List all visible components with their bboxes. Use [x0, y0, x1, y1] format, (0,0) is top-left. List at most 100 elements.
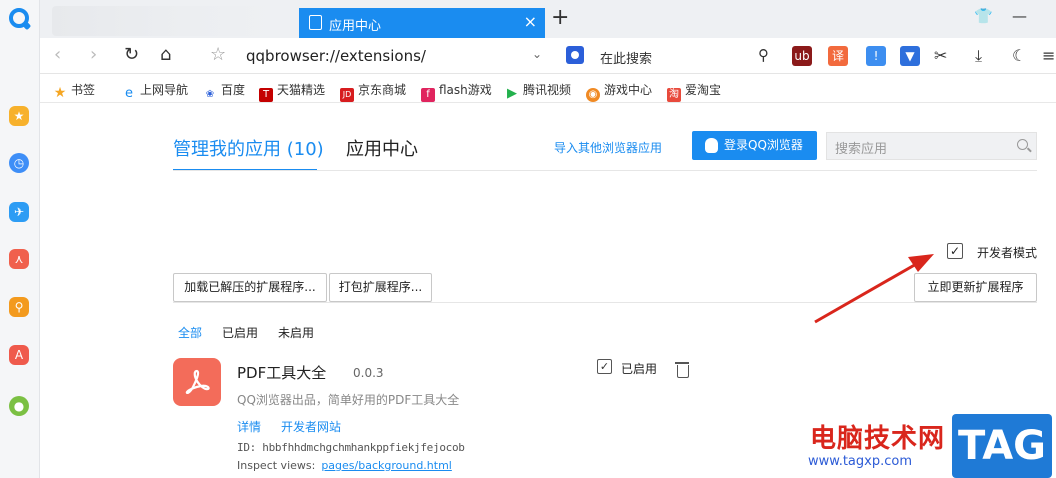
extension-details-link[interactable]: 详情 [237, 418, 261, 435]
tab-manage-my-apps[interactable]: 管理我的应用 (10) [173, 135, 324, 161]
bookmark-label: 书签 [71, 83, 96, 97]
developer-mode-checkbox[interactable]: ✓ [947, 243, 963, 259]
browser-window: ★ ◷ ✈ ⋏ ⚲ A ● 应用中心 × + 👕 — ‹ › ↻ ⌂ ☆ qqb… [0, 0, 1056, 478]
paw-icon: ❀ [205, 89, 215, 100]
scissors-icon[interactable]: ✂ [934, 46, 947, 65]
developer-website-link[interactable]: 开发者网站 [281, 418, 341, 435]
translate-tool-icon[interactable]: A [9, 345, 29, 365]
qq-penguin-icon [705, 138, 718, 153]
filter-all[interactable]: 全部 [178, 324, 202, 341]
extension-name: PDF工具大全 [237, 364, 327, 382]
extension-enabled-label: 已启用 [621, 362, 658, 376]
baidu-search-engine-icon[interactable] [566, 46, 584, 64]
update-extensions-button[interactable]: 立即更新扩展程序 [914, 273, 1037, 302]
developer-mode-label: 开发者模式 [977, 246, 1038, 260]
bookmark-label: 天猫精选 [277, 83, 326, 97]
bookmark-item[interactable]: T 天猫精选 [259, 81, 325, 102]
new-tab-plus-icon[interactable]: + [551, 7, 569, 29]
flash-icon: f [421, 88, 435, 102]
bookmark-label: 腾讯视频 [523, 83, 572, 97]
back-arrow-icon[interactable]: ‹ [54, 44, 61, 65]
load-unpacked-button[interactable]: 加载已解压的扩展程序... [173, 273, 327, 302]
background-page-link[interactable]: pages/background.html [321, 459, 452, 472]
bookmark-label: 爱淘宝 [685, 83, 722, 97]
bookmark-item[interactable]: JD 京东商城 [340, 81, 406, 102]
watermark-tag-logo: TAG [952, 414, 1052, 478]
divider [173, 170, 1037, 171]
login-button-label: 登录QQ浏览器 [724, 138, 803, 152]
left-sidebar: ★ ◷ ✈ ⋏ ⚲ A ● [0, 0, 40, 478]
menu-icon[interactable]: ≡ [1042, 46, 1055, 65]
star-icon: ★ [53, 85, 67, 101]
search-tool-icon[interactable]: ⚲ [9, 297, 29, 317]
extension-version: 0.0.3 [353, 366, 384, 380]
watermark-site-name: 电脑技术网 [810, 424, 946, 454]
bookmark-item[interactable]: ❀ 百度 [203, 81, 245, 102]
acrobat-icon [185, 369, 210, 395]
bookmark-label: 百度 [221, 83, 246, 97]
tab-app-center[interactable]: 应用中心 × [299, 8, 545, 38]
inspect-views: Inspect views: pages/background.html [237, 459, 452, 472]
extension-id: ID: hbbfhhdmchgchmhankppfiekjfejocob [237, 441, 465, 454]
bookmark-label: 京东商城 [358, 83, 407, 97]
bookmark-item[interactable]: ▶ 腾讯视频 [505, 81, 571, 101]
night-mode-moon-icon[interactable]: ☾ [1012, 46, 1026, 65]
search-apps-input[interactable]: 搜索应用 [826, 132, 1037, 160]
taobao-icon: 淘 [667, 88, 681, 102]
qq-browser-logo-icon[interactable] [9, 8, 29, 28]
search-apps-placeholder: 搜索应用 [835, 142, 888, 157]
import-other-browser-apps-link[interactable]: 导入其他浏览器应用 [554, 139, 662, 156]
translate-icon[interactable]: 译 [828, 46, 848, 66]
bookmark-label: 上网导航 [140, 83, 189, 97]
url-input[interactable]: qqbrowser://extensions/ [246, 47, 426, 65]
home-icon[interactable]: ⌂ [160, 44, 171, 65]
search-icon [1017, 139, 1028, 150]
play-icon: ▶ [507, 86, 517, 101]
favorites-star-icon[interactable]: ★ [9, 106, 29, 126]
download-shield-icon[interactable]: ▼ [900, 46, 920, 66]
page-icon [309, 15, 322, 30]
minimize-icon[interactable]: — [1012, 7, 1027, 25]
gamepad-icon: ◉ [586, 88, 600, 102]
bookmark-star-icon[interactable]: ☆ [210, 44, 226, 65]
skin-shirt-icon[interactable]: 👕 [974, 7, 993, 25]
pdf-extension-icon [173, 358, 221, 406]
trash-icon[interactable] [675, 362, 689, 378]
download-icon[interactable]: ⤓ [975, 46, 982, 66]
airplane-icon[interactable]: ✈ [9, 202, 29, 222]
tab-title: 应用中心 [329, 19, 382, 34]
filter-enabled[interactable]: 已启用 [222, 324, 258, 341]
game-tool-icon[interactable]: ● [9, 396, 29, 416]
history-clock-icon[interactable]: ◷ [9, 153, 29, 173]
refresh-icon[interactable]: ↻ [124, 44, 139, 65]
tmall-icon: T [259, 88, 273, 102]
divider [173, 302, 1037, 303]
url-dropdown-icon[interactable]: ⌄ [532, 47, 542, 61]
extension-enabled-checkbox[interactable]: ✓ [597, 359, 612, 374]
inspect-views-label: Inspect views: [237, 459, 316, 472]
adblock-shield-icon[interactable]: ub [792, 46, 812, 66]
bookmarks-bar: ★ 书签 e 上网导航 ❀ 百度 T 天猫精选 JD 京东商城 f flash游戏 ▶ 腾讯视… [40, 75, 1056, 103]
pdf-tool-icon[interactable]: ⋏ [9, 249, 29, 269]
search-icon[interactable]: ⚲ [758, 46, 769, 64]
filter-disabled[interactable]: 未启用 [278, 324, 314, 341]
bookmark-item[interactable]: e 上网导航 [122, 81, 188, 101]
bookmark-label: 游戏中心 [604, 83, 653, 97]
bookmark-item[interactable]: ★ 书签 [53, 81, 95, 100]
watermark-url: www.tagxp.com [808, 454, 912, 469]
login-qq-browser-button[interactable]: 登录QQ浏览器 [692, 131, 817, 160]
jd-icon: JD [340, 88, 354, 102]
bookmark-label: flash游戏 [439, 83, 492, 97]
bookmark-item[interactable]: f flash游戏 [421, 81, 492, 102]
bookmark-item[interactable]: ◉ 游戏中心 [586, 81, 652, 102]
blurred-tab-area [52, 6, 278, 36]
forward-arrow-icon[interactable]: › [90, 44, 97, 65]
pack-extension-button[interactable]: 打包扩展程序... [329, 273, 432, 302]
toolbar-search-input[interactable]: 在此搜索 [600, 48, 652, 67]
extension-description: QQ浏览器出品，简单好用的PDF工具大全 [237, 393, 460, 407]
message-notify-icon[interactable]: ! [866, 46, 886, 66]
tab-close-icon[interactable]: × [524, 12, 537, 31]
e-icon: e [125, 86, 133, 101]
tab-app-center-page[interactable]: 应用中心 [346, 135, 418, 161]
bookmark-item[interactable]: 淘爱淘宝 [667, 81, 721, 102]
